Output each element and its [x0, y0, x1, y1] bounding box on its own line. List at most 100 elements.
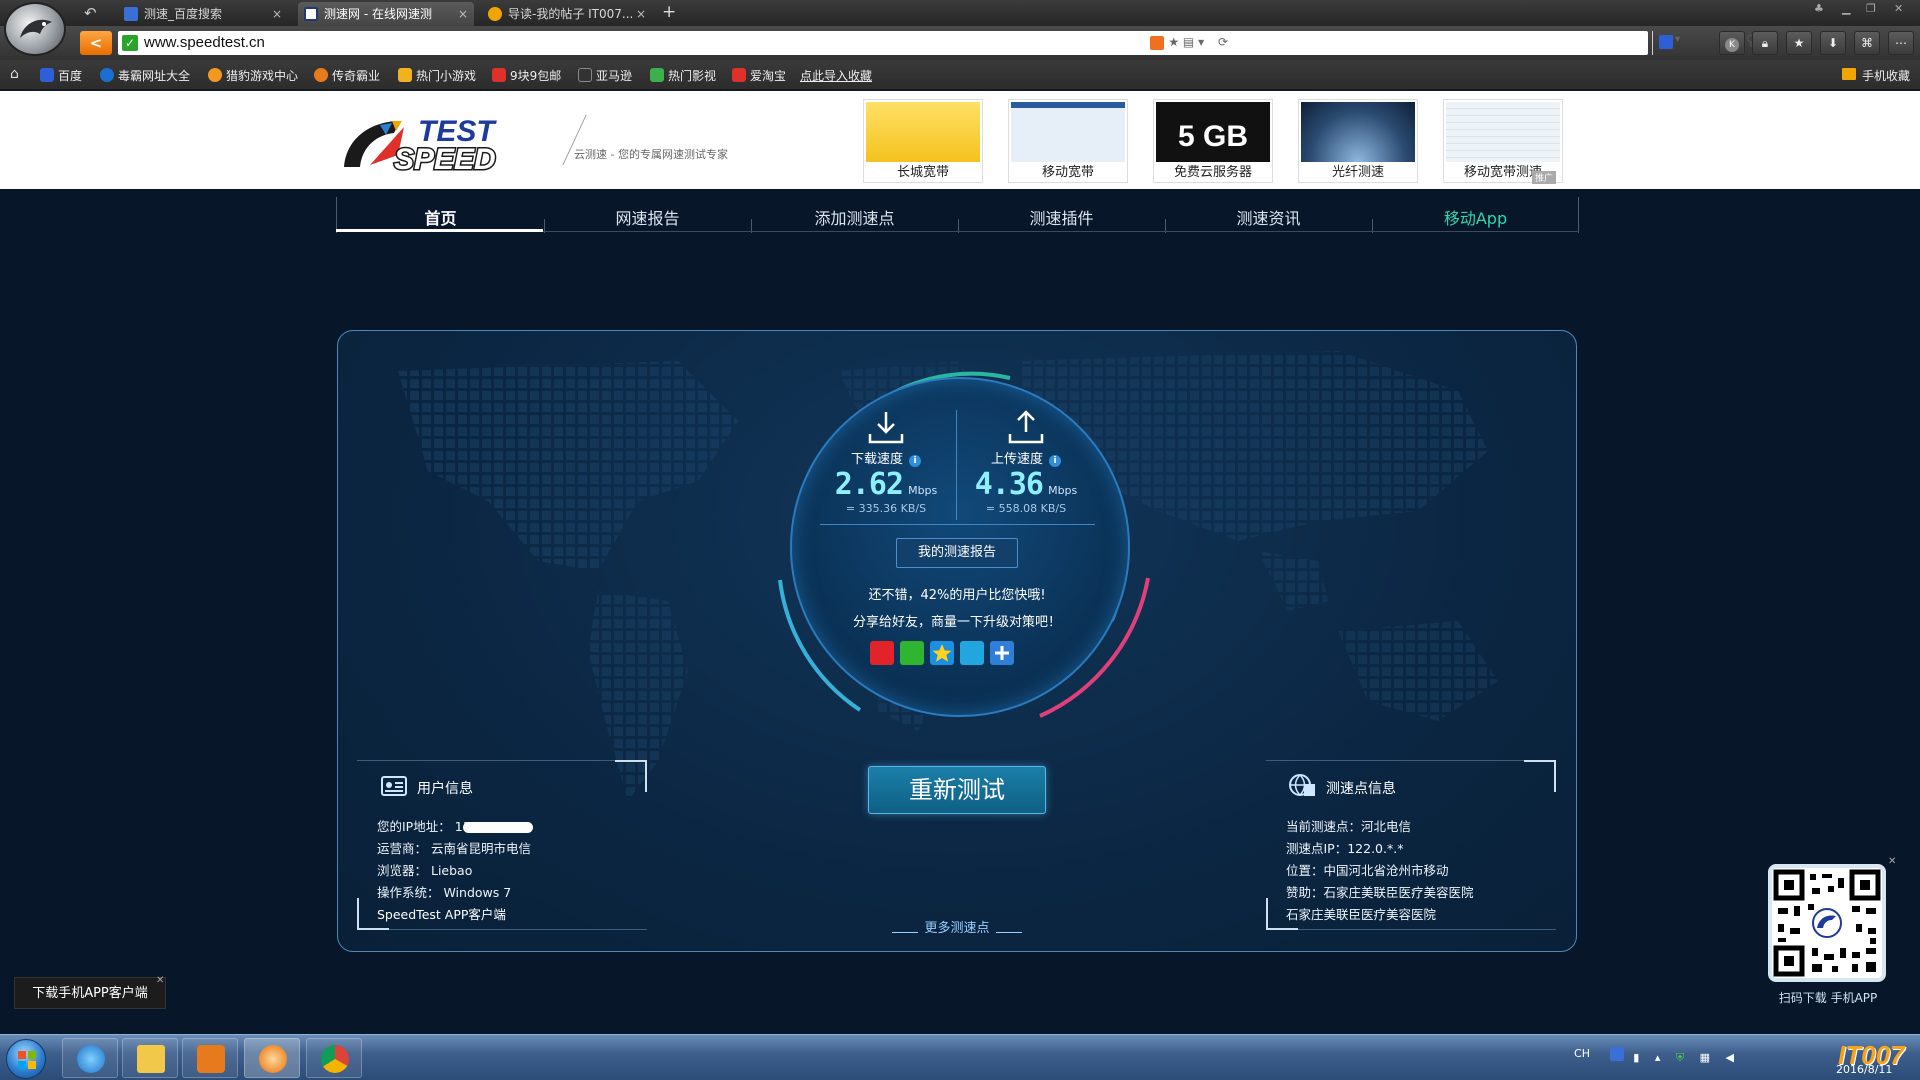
close-icon[interactable]: × [272, 2, 282, 26]
download-button[interactable]: ⬇ [1820, 31, 1846, 55]
bookmark-label: 毒霸网址大全 [118, 69, 191, 83]
bookmark-baidu[interactable]: 百度 [40, 67, 82, 84]
search-input[interactable]: ▾ ⚲ [1652, 31, 1762, 55]
refresh-icon[interactable]: ⟳ [1218, 35, 1228, 49]
translate-icon[interactable] [1150, 35, 1165, 50]
ad-free-cloud-server[interactable]: 5 GB 免费云服务器 [1153, 99, 1273, 183]
lock-button[interactable]: 🔒︎ [1752, 31, 1778, 55]
reading-icon[interactable]: ▤ [1183, 35, 1194, 49]
url-field[interactable]: ✓ www.speedtest.cn ★ ▤ ▾ ⟳ ▾ ⚲ [118, 31, 1756, 55]
bookmarks-bar: ⌂ 百度 毒霸网址大全 猎豹游戏中心 传奇霸业 热门小游戏 9块9包邮 亚马逊 … [0, 60, 1920, 90]
more-icon: ⋯ [1895, 36, 1907, 50]
network-icon[interactable]: ▦ [1700, 1051, 1716, 1064]
close-icon[interactable]: × [636, 2, 646, 26]
input-method-icon[interactable] [1609, 1047, 1624, 1061]
bookmark-duba[interactable]: 毒霸网址大全 [100, 67, 190, 84]
bookmark-mini-games[interactable]: 热门小游戏 [398, 67, 476, 84]
bookmark-chuanqi[interactable]: 传奇霸业 [314, 67, 380, 84]
sponsor[interactable]: 赞助：石家庄美联臣医疗美容医院 [1286, 882, 1474, 901]
my-report-button[interactable]: 我的测速报告 [896, 538, 1018, 568]
duba-icon [100, 68, 114, 82]
ad-promo-tag: 推广 [1532, 171, 1557, 184]
close-icon[interactable]: × [458, 2, 468, 26]
nav-speed-report[interactable]: 网速报告 [544, 205, 751, 229]
tab-it007[interactable]: 导读-我的帖子 IT007... × [482, 2, 652, 26]
more-line-right [996, 932, 1022, 933]
close-icon[interactable]: ✕ [156, 975, 164, 986]
ad-great-wall-broadband[interactable]: 长城宽带 [863, 99, 983, 183]
download-value-row: 2.62 Mbps [816, 467, 956, 502]
more-test-points-link[interactable]: 更多测速点 [890, 917, 1024, 936]
info-icon[interactable]: i [909, 455, 921, 467]
retest-button[interactable]: 重新测试 [868, 766, 1046, 814]
nav-add-test-point[interactable]: 添加测速点 [751, 205, 958, 229]
restore-icon[interactable]: ❐ [1866, 2, 1876, 15]
more-share-icon[interactable] [990, 641, 1014, 665]
close-icon[interactable]: ✕ [1888, 856, 1896, 867]
taskbar-ie[interactable] [62, 1038, 118, 1078]
favorites-button[interactable]: ★ [1786, 31, 1812, 55]
corner-bracket [615, 760, 647, 792]
taskbar-liebao[interactable] [244, 1038, 300, 1078]
app-client-link[interactable]: SpeedTest APP客户端 [377, 904, 506, 923]
download-kbs: = 335.36 KB/S [845, 502, 927, 515]
tab-baidu-search[interactable]: 测速_百度搜索 × [118, 2, 288, 26]
import-bookmarks-link[interactable]: 点此导入收藏 [784, 67, 872, 84]
back-button[interactable]: < [80, 31, 112, 55]
tab-speedtest[interactable]: 测速网 - 在线网速测 × [298, 2, 474, 26]
kingsoft-extension-button[interactable]: K [1719, 31, 1745, 55]
liebao-browser-logo[interactable] [4, 2, 66, 56]
skin-icon[interactable]: ♣ [1814, 2, 1824, 15]
taskbar-chrome[interactable] [306, 1038, 362, 1078]
ad-mobile-broadband[interactable]: 移动宽带 [1008, 99, 1128, 183]
wechat-icon[interactable] [900, 641, 924, 665]
search-engine-dropdown-icon[interactable]: ▾ [1675, 34, 1680, 45]
bookmark-amazon[interactable]: 亚马逊 [578, 67, 632, 84]
url-text[interactable]: www.speedtest.cn [144, 34, 265, 51]
cheetah-icon [20, 19, 52, 38]
game-button[interactable]: ⌘ [1854, 31, 1880, 55]
tencent-weibo-icon[interactable] [960, 641, 984, 665]
qzone-icon[interactable] [930, 641, 954, 665]
undo-close-tab-icon[interactable]: ↶ [84, 4, 97, 22]
home-icon[interactable]: ⌂ [10, 66, 19, 82]
bookmark-liebao-games[interactable]: 猎豹游戏中心 [208, 67, 298, 84]
security-shield-icon[interactable]: ⛨ [1676, 1051, 1690, 1064]
favorite-star-icon[interactable]: ★ [1168, 35, 1179, 49]
nav-home[interactable]: 首页 [337, 205, 544, 229]
volume-icon[interactable]: ◀︎ [1726, 1051, 1740, 1064]
search-engine-icon[interactable] [1659, 35, 1673, 49]
bookmark-aitaobao[interactable]: 爱淘宝 [732, 67, 786, 84]
taskbar-media-player[interactable] [182, 1038, 238, 1078]
info-icon[interactable]: i [1049, 455, 1061, 467]
sponsor-name[interactable]: 石家庄美联臣医疗美容医院 [1286, 904, 1436, 923]
show-hidden-icons[interactable]: ▴ [1655, 1051, 1667, 1064]
bookmark-9kuai9[interactable]: 9块9包邮 [492, 67, 561, 84]
minimize-icon[interactable]: ▁ [1842, 2, 1850, 15]
menu-button[interactable]: ⋯ [1888, 31, 1914, 55]
taskbar-explorer[interactable] [122, 1038, 178, 1078]
mobile-favorites[interactable]: 手机收藏 [1841, 67, 1910, 84]
nav-plugins[interactable]: 测速插件 [958, 205, 1165, 229]
battery-icon[interactable]: ▮ [1633, 1051, 1645, 1064]
ad-image: 5 GB [1156, 102, 1270, 162]
bookmark-label: 热门影视 [668, 69, 717, 83]
address-tools-icon[interactable]: ★ ▤ ▾ ⟳ [1150, 35, 1228, 50]
new-tab-button[interactable]: + [662, 2, 676, 22]
nav-news[interactable]: 测速资讯 [1165, 205, 1372, 229]
media-player-icon [197, 1045, 225, 1073]
close-window-icon[interactable]: ✕ [1894, 2, 1903, 15]
nav-mobile-app[interactable]: 移动App [1372, 205, 1579, 229]
download-label: 下载速度 i [816, 448, 956, 467]
start-button[interactable] [6, 1039, 46, 1079]
baidu-tab-icon [124, 7, 138, 21]
ad-fiber-speedtest[interactable]: 光纤测速 [1298, 99, 1418, 183]
bookmark-movies[interactable]: 热门影视 [650, 67, 716, 84]
speedtest-logo[interactable]: TEST SPEED [340, 111, 540, 178]
language-indicator[interactable]: CH [1574, 1047, 1590, 1060]
weibo-icon[interactable] [870, 641, 894, 665]
ip-label: 您的IP地址： [377, 819, 451, 834]
dropdown-icon[interactable]: ▾ [1198, 35, 1204, 49]
upload-value-row: 4.36 Mbps [956, 467, 1096, 502]
download-app-button[interactable]: 下载手机APP客户端 [14, 977, 166, 1009]
